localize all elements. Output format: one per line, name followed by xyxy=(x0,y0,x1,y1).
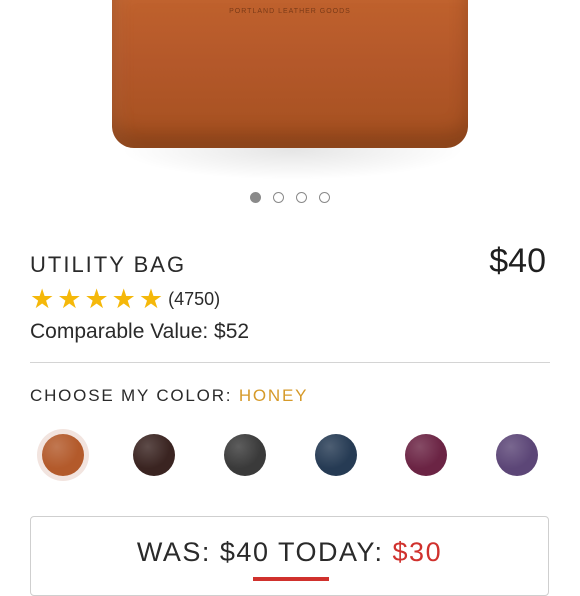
star-icon: ★ xyxy=(84,284,109,314)
carousel-dot-4[interactable] xyxy=(319,192,330,203)
carousel-dot-2[interactable] xyxy=(273,192,284,203)
carousel-dot-1[interactable] xyxy=(250,192,261,203)
rating-row[interactable]: ★ ★ ★ ★ ★ (4750) xyxy=(30,286,220,313)
color-swatch-purple[interactable] xyxy=(496,434,538,476)
product-price: $40 xyxy=(489,242,546,280)
product-image: PORTLAND LEATHER GOODS xyxy=(112,0,468,148)
bag-stamp-text: PORTLAND LEATHER GOODS xyxy=(229,8,351,15)
was-price: WAS: $40 xyxy=(136,537,270,567)
product-image-carousel[interactable]: PORTLAND LEATHER GOODS xyxy=(0,0,580,185)
product-title: UTILITY BAG xyxy=(30,252,187,277)
color-swatch-plum[interactable] xyxy=(405,434,447,476)
selected-color-name: HONEY xyxy=(238,386,309,405)
carousel-dots xyxy=(0,192,580,203)
today-price: $30 xyxy=(392,537,443,567)
star-icon: ★ xyxy=(30,284,55,314)
color-swatches xyxy=(0,430,580,480)
color-swatch-navy[interactable] xyxy=(315,434,357,476)
star-icon: ★ xyxy=(57,284,82,314)
price-promo-box: WAS: $40 TODAY: $30 xyxy=(30,516,549,596)
choose-color-text: CHOOSE MY COLOR: xyxy=(30,386,233,405)
review-count[interactable]: (4750) xyxy=(168,289,220,310)
promo-accent-bar xyxy=(253,577,329,581)
star-icon: ★ xyxy=(111,284,136,314)
comparable-value: Comparable Value: $52 xyxy=(30,320,250,343)
promo-text: WAS: $40 TODAY: $30 xyxy=(31,537,548,568)
star-icon: ★ xyxy=(138,284,164,314)
divider xyxy=(30,362,550,363)
color-swatch-black[interactable] xyxy=(224,434,266,476)
color-swatch-honey[interactable] xyxy=(42,434,84,476)
carousel-dot-3[interactable] xyxy=(296,192,307,203)
today-label: TODAY: xyxy=(277,537,384,567)
color-picker-label: CHOOSE MY COLOR: HONEY xyxy=(30,386,308,406)
color-swatch-espresso[interactable] xyxy=(133,434,175,476)
